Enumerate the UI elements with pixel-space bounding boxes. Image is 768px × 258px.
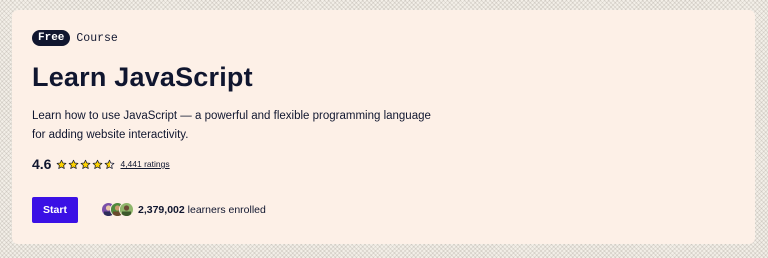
star-icon xyxy=(57,159,67,169)
learner-avatars xyxy=(101,202,134,217)
learners-enrolled: 2,379,002 learners enrolled xyxy=(101,202,266,217)
course-rating: 4.6 4,441 ratings xyxy=(32,156,170,172)
ratings-link[interactable]: 4,441 ratings xyxy=(120,159,169,169)
learners-enrolled-text: 2,379,002 learners enrolled xyxy=(138,204,266,216)
star-half-icon xyxy=(105,159,115,169)
star-icon xyxy=(69,159,79,169)
learners-label: learners enrolled xyxy=(187,203,266,216)
page-title: Learn JavaScript xyxy=(32,62,253,92)
free-badge: Free xyxy=(32,30,71,46)
course-card: Free Course Learn JavaScript Learn how t… xyxy=(12,10,755,244)
rating-value: 4.6 xyxy=(32,156,52,172)
course-type-label: Course xyxy=(76,31,118,45)
star-icon xyxy=(81,159,91,169)
rating-stars xyxy=(56,159,115,170)
course-eyebrow: Free Course xyxy=(32,30,118,46)
star-icon xyxy=(93,159,103,169)
learner-avatar xyxy=(119,202,134,217)
start-button[interactable]: Start xyxy=(32,197,78,223)
course-description: Learn how to use JavaScript — a powerful… xyxy=(32,110,431,141)
learners-count: 2,379,002 xyxy=(138,203,185,216)
